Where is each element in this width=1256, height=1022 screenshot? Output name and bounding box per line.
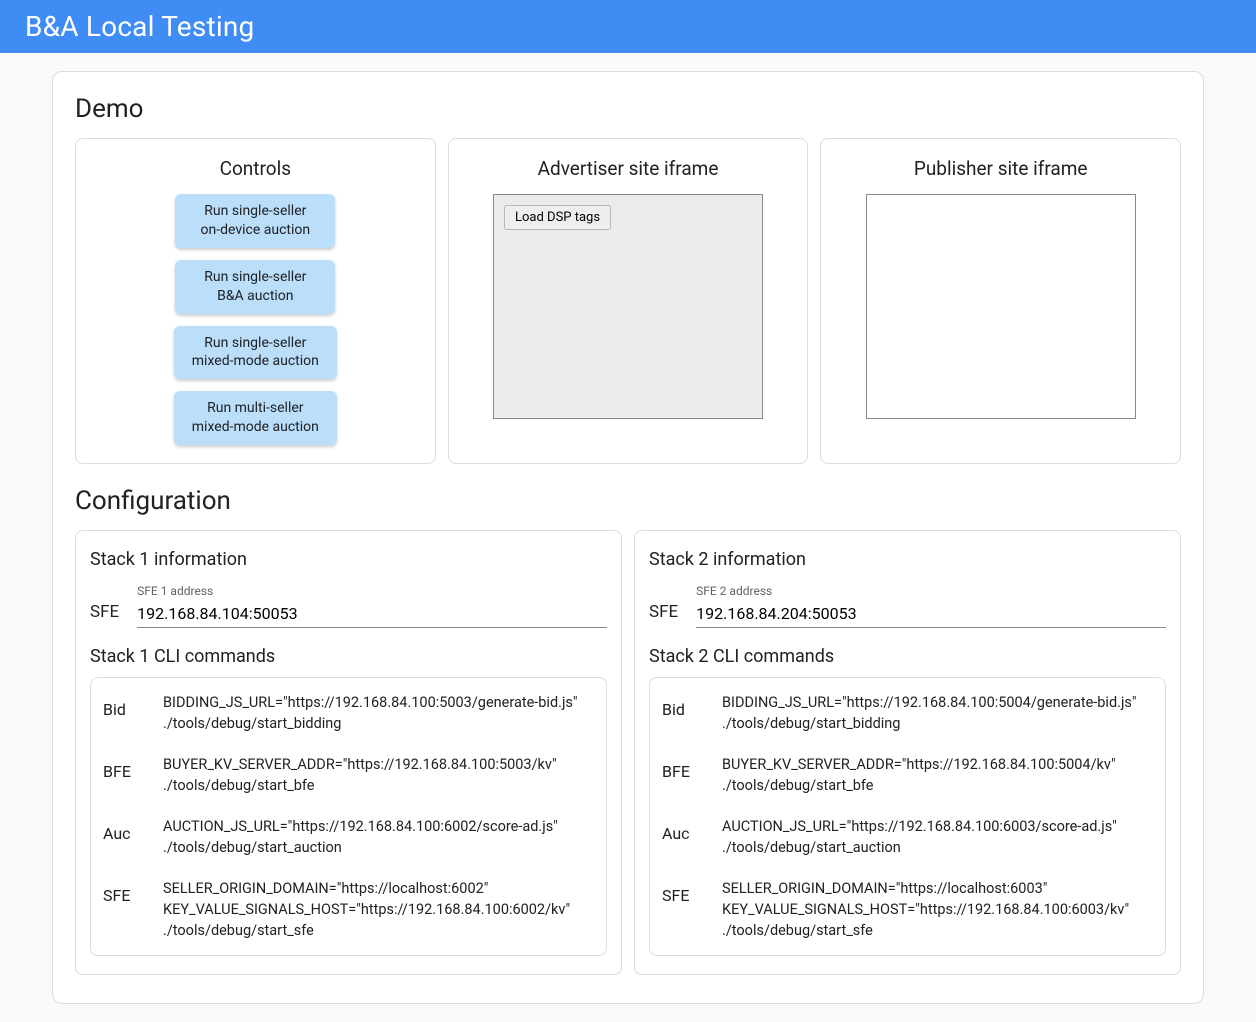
stack-1-info-title: Stack 1 information <box>90 549 607 570</box>
stack-1-sfe-label: SFE <box>90 602 119 628</box>
controls-panel-title: Controls <box>220 157 291 180</box>
stack-2-cli-sfe: SFE SELLER_ORIGIN_DOMAIN="https://localh… <box>662 878 1153 941</box>
stack-1-cli-sfe: SFE SELLER_ORIGIN_DOMAIN="https://localh… <box>103 878 594 941</box>
config-section-title: Configuration <box>75 486 1181 516</box>
controls-panel: Controls Run single-seller on-device auc… <box>75 138 436 464</box>
run-multi-seller-mixed-button[interactable]: Run multi-seller mixed-mode auction <box>174 391 337 445</box>
stack-1-cli-auc: Auc AUCTION_JS_URL="https://192.168.84.1… <box>103 816 594 858</box>
stack-1-cli-card: Bid BIDDING_JS_URL="https://192.168.84.1… <box>90 677 607 956</box>
page-header: B&A Local Testing <box>0 0 1256 53</box>
cli-val: BIDDING_JS_URL="https://192.168.84.100:5… <box>722 692 1137 734</box>
cli-key: Auc <box>662 816 702 843</box>
stack-2-card: Stack 2 information SFE SFE 2 address St… <box>634 530 1181 975</box>
stack-2-cli-auc: Auc AUCTION_JS_URL="https://192.168.84.1… <box>662 816 1153 858</box>
stack-1-addr-label: SFE 1 address <box>137 584 607 598</box>
cli-key: BFE <box>103 754 143 781</box>
config-row: Stack 1 information SFE SFE 1 address St… <box>75 530 1181 975</box>
cli-val: AUCTION_JS_URL="https://192.168.84.100:6… <box>722 816 1117 858</box>
stack-2-cli-bid: Bid BIDDING_JS_URL="https://192.168.84.1… <box>662 692 1153 734</box>
stack-2-cli-title: Stack 2 CLI commands <box>649 646 1166 667</box>
demo-row: Controls Run single-seller on-device auc… <box>75 138 1181 464</box>
page-title: B&A Local Testing <box>25 10 254 43</box>
stack-2-addr-label: SFE 2 address <box>696 584 1166 598</box>
run-single-seller-mixed-button[interactable]: Run single-seller mixed-mode auction <box>174 326 337 380</box>
advertiser-panel: Advertiser site iframe Load DSP tags <box>448 138 809 464</box>
load-dsp-tags-button[interactable]: Load DSP tags <box>504 205 611 230</box>
cli-key: BFE <box>662 754 702 781</box>
cli-key: SFE <box>103 878 143 905</box>
cli-val: BIDDING_JS_URL="https://192.168.84.100:5… <box>163 692 578 734</box>
publisher-iframe <box>866 194 1136 419</box>
stack-1-cli-bid: Bid BIDDING_JS_URL="https://192.168.84.1… <box>103 692 594 734</box>
cli-val: SELLER_ORIGIN_DOMAIN="https://localhost:… <box>722 878 1129 941</box>
run-single-seller-on-device-button[interactable]: Run single-seller on-device auction <box>175 194 335 248</box>
demo-section-title: Demo <box>75 94 1181 124</box>
stack-1-cli-bfe: BFE BUYER_KV_SERVER_ADDR="https://192.16… <box>103 754 594 796</box>
stack-2-info-title: Stack 2 information <box>649 549 1166 570</box>
cli-val: SELLER_ORIGIN_DOMAIN="https://localhost:… <box>163 878 570 941</box>
cli-key: Auc <box>103 816 143 843</box>
stack-1-cli-title: Stack 1 CLI commands <box>90 646 607 667</box>
publisher-panel: Publisher site iframe <box>820 138 1181 464</box>
stack-2-addr-input[interactable] <box>696 600 1166 628</box>
stack-1-addr-input[interactable] <box>137 600 607 628</box>
cli-key: Bid <box>103 692 143 719</box>
stack-2-cli-bfe: BFE BUYER_KV_SERVER_ADDR="https://192.16… <box>662 754 1153 796</box>
main-card: Demo Controls Run single-seller on-devic… <box>52 71 1204 1004</box>
advertiser-panel-title: Advertiser site iframe <box>538 157 719 180</box>
stack-2-cli-card: Bid BIDDING_JS_URL="https://192.168.84.1… <box>649 677 1166 956</box>
cli-val: BUYER_KV_SERVER_ADDR="https://192.168.84… <box>722 754 1116 796</box>
cli-key: SFE <box>662 878 702 905</box>
stack-2-sfe-row: SFE SFE 2 address <box>649 584 1166 628</box>
cli-val: AUCTION_JS_URL="https://192.168.84.100:6… <box>163 816 558 858</box>
cli-key: Bid <box>662 692 702 719</box>
run-single-seller-ba-button[interactable]: Run single-seller B&A auction <box>175 260 335 314</box>
advertiser-iframe: Load DSP tags <box>493 194 763 419</box>
stack-1-sfe-row: SFE SFE 1 address <box>90 584 607 628</box>
stack-2-sfe-label: SFE <box>649 602 678 628</box>
stack-1-card: Stack 1 information SFE SFE 1 address St… <box>75 530 622 975</box>
cli-val: BUYER_KV_SERVER_ADDR="https://192.168.84… <box>163 754 557 796</box>
publisher-panel-title: Publisher site iframe <box>914 157 1088 180</box>
controls-button-stack: Run single-seller on-device auction Run … <box>174 194 337 445</box>
